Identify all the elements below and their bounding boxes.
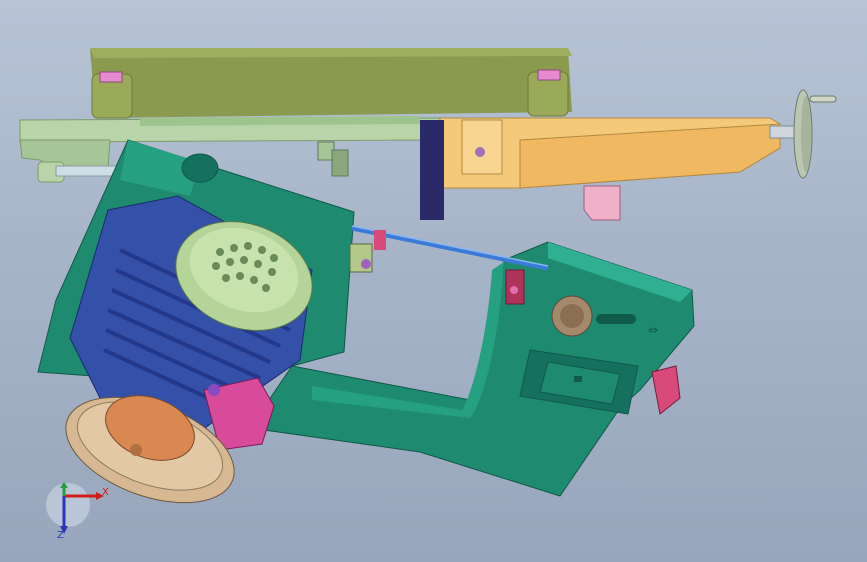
handwheel[interactable]	[793, 89, 837, 179]
blade-guide-left[interactable]	[349, 230, 386, 273]
arrow-mark: ⇔	[648, 323, 658, 337]
axis-triad	[46, 482, 104, 534]
triad-z-label: Z	[57, 530, 64, 541]
limit-switch[interactable]	[317, 141, 349, 177]
cad-model-scene[interactable]: ⇔	[0, 0, 867, 562]
blade-guide-right[interactable]	[505, 269, 525, 305]
cross-slide[interactable]	[420, 117, 797, 221]
tension-knob[interactable]	[551, 295, 593, 337]
cad-viewport[interactable]: ⇔ X Z	[0, 0, 867, 562]
table-top[interactable]	[90, 48, 572, 119]
pink-handle[interactable]	[651, 365, 681, 415]
triad-x-label: X	[102, 487, 109, 498]
